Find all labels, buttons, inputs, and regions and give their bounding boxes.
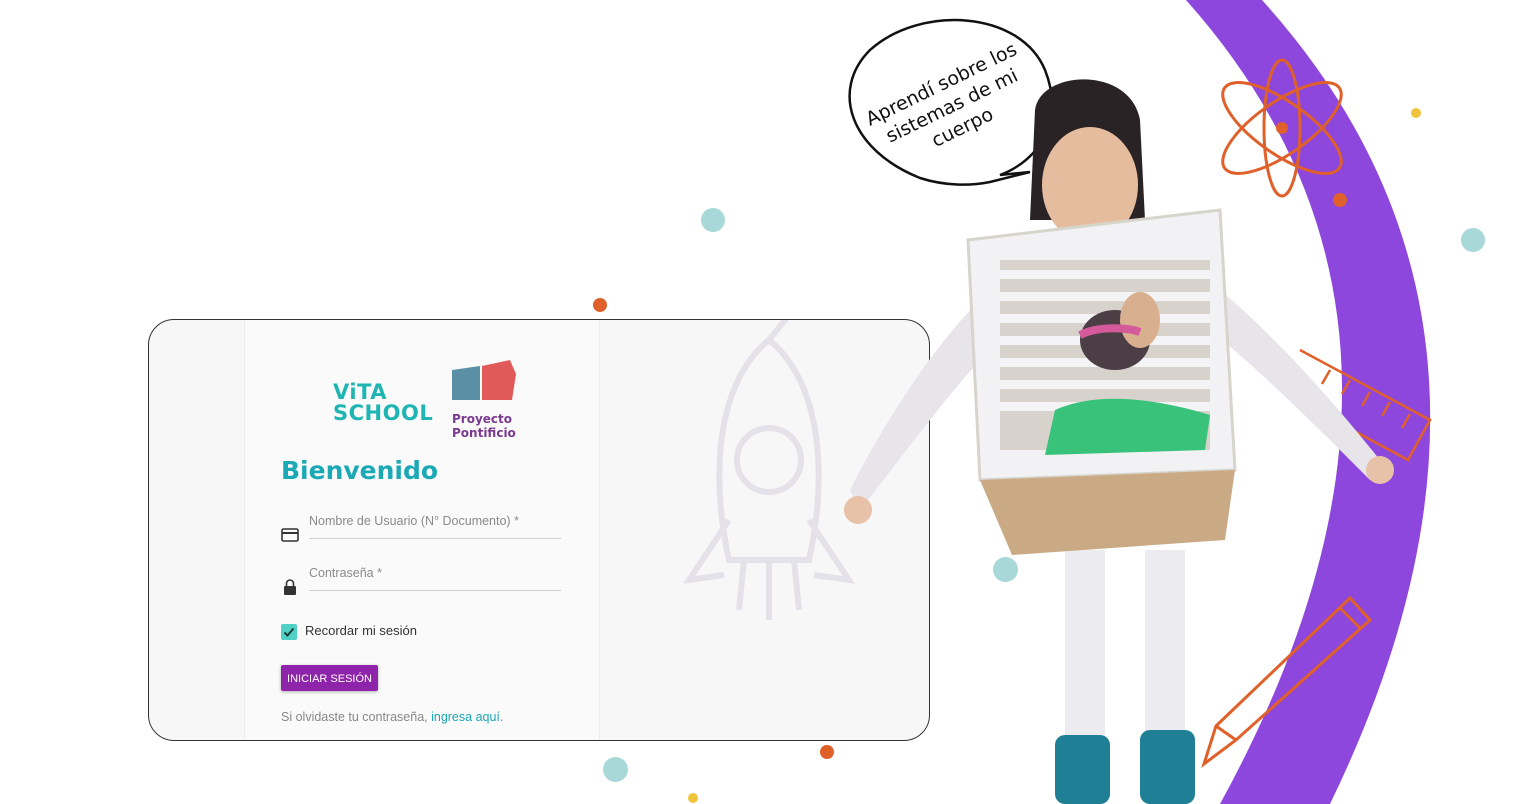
login-panel: ViTA SCHOOL Proyecto Pontificio Bienveni… (244, 320, 600, 740)
username-underline (309, 538, 561, 539)
login-button[interactable]: INICIAR SESIÓN (281, 665, 378, 691)
forgot-password-link[interactable]: ingresa aquí (431, 710, 500, 724)
lock-icon (284, 579, 296, 595)
rocket-doodle (682, 320, 856, 620)
decor-dot (603, 757, 628, 782)
remember-checkbox[interactable] (281, 624, 297, 640)
decor-dot (1411, 108, 1421, 118)
password-field[interactable]: Contraseña * (281, 566, 561, 602)
logo-vita-line2: SCHOOL (333, 401, 434, 425)
decor-dot (820, 745, 834, 759)
decor-dot (593, 298, 607, 312)
checkbox-checked-icon (283, 627, 295, 637)
credit-card-icon (281, 528, 299, 542)
remember-label[interactable]: Recordar mi sesión (305, 623, 417, 638)
student-photo (844, 79, 1394, 804)
decor-dot (1461, 228, 1485, 252)
username-field[interactable]: Nombre de Usuario (N° Documento) * (281, 514, 561, 550)
password-underline (309, 590, 561, 591)
decor-dot (688, 793, 698, 803)
logo-pp-line2: Pontificio (452, 426, 516, 440)
logo-pp-line1: Proyecto (452, 412, 513, 426)
forgot-prefix: Si olvidaste tu contraseña, (281, 710, 432, 724)
page-title: Bienvenido (281, 456, 439, 485)
proyecto-pontificio-text: Proyecto Pontificio (452, 412, 532, 440)
forgot-password-text: Si olvidaste tu contraseña, ingresa aquí… (281, 710, 503, 724)
username-label: Nombre de Usuario (N° Documento) * (309, 514, 519, 528)
forgot-suffix: . (499, 710, 504, 724)
password-label: Contraseña * (309, 566, 382, 580)
logo-vita-line1: ViTA (333, 380, 388, 404)
login-card: ViTA SCHOOL Proyecto Pontificio Bienveni… (148, 319, 930, 741)
vita-school-logo: ViTA SCHOOL (333, 380, 434, 425)
decor-dot (701, 208, 725, 232)
